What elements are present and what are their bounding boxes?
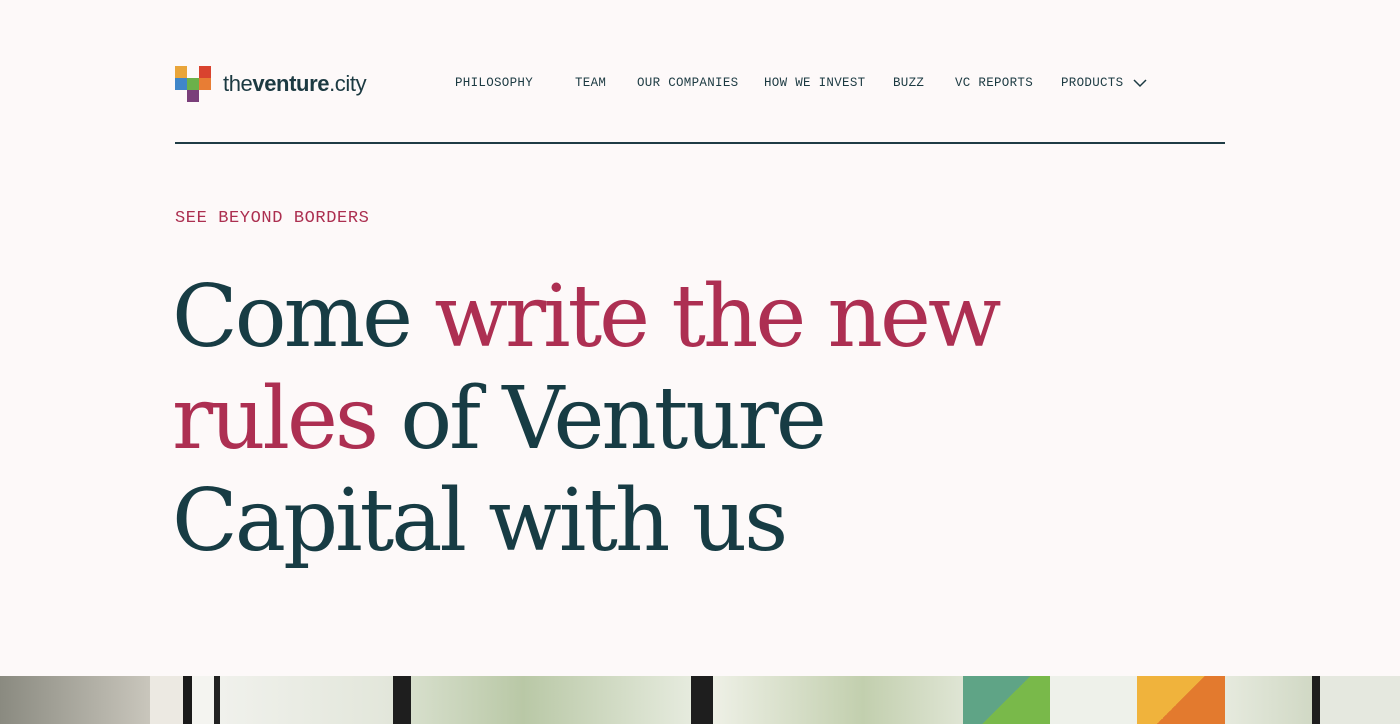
hero-headline: Come write the new rules of Venture Capi… — [172, 266, 1072, 572]
nav-item-vc-reports[interactable]: VC REPORTS — [955, 76, 1033, 90]
logo-mark-icon — [175, 65, 212, 103]
headline-line1-accent: write the new — [434, 267, 1001, 367]
logo-link[interactable]: theventure.city — [175, 65, 367, 103]
chevron-down-icon[interactable] — [1133, 76, 1147, 90]
nav-item-our-companies[interactable]: OUR COMPANIES — [637, 76, 738, 90]
header-divider — [175, 142, 1225, 144]
headline-line2-dark: of Venture — [376, 369, 826, 469]
headline-line1-dark: Come — [172, 267, 435, 367]
logo-wordmark: theventure.city — [223, 71, 367, 96]
hero-eyebrow: SEE BEYOND BORDERS — [175, 209, 370, 228]
nav-item-team[interactable]: TEAM — [575, 76, 606, 90]
nav-item-buzz[interactable]: BUZZ — [893, 76, 924, 90]
headline-line3-dark: Capital with us — [172, 471, 788, 571]
hero-photo — [0, 676, 1400, 724]
nav-item-philosophy[interactable]: PHILOSOPHY — [455, 76, 533, 90]
site-header: theventure.city PHILOSOPHY TEAM OUR COMP… — [175, 60, 1225, 144]
nav-item-how-we-invest[interactable]: HOW WE INVEST — [764, 76, 865, 90]
headline-line2-accent: rules — [172, 369, 379, 469]
nav-item-products[interactable]: PRODUCTS — [1061, 76, 1123, 90]
